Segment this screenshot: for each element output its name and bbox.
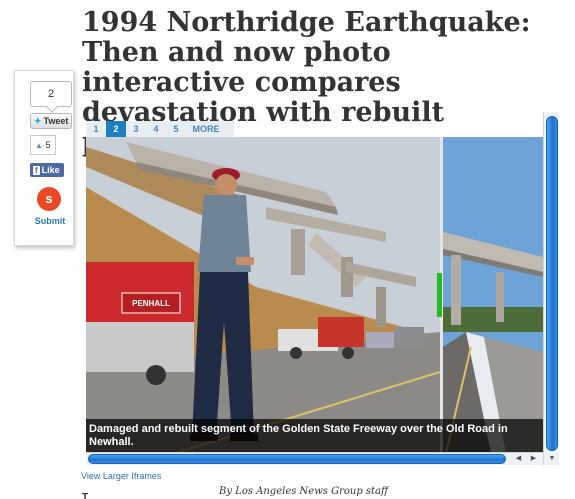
- before-after-viewer[interactable]: PENHALL Damaged and rebuilt segment of t…: [86, 137, 543, 453]
- tab-5[interactable]: 5: [166, 121, 186, 137]
- photo-tabs: 1 2 3 4 5 MORE: [86, 121, 234, 137]
- facebook-like-button[interactable]: f Like: [30, 163, 64, 177]
- truncated-text: T: [82, 492, 89, 499]
- scroll-left-arrow-icon[interactable]: ◀: [512, 453, 525, 465]
- tweet-label: Tweet: [43, 116, 69, 126]
- truck-lettering: PENHALL: [132, 299, 170, 308]
- vertical-scrollbar[interactable]: ▼: [543, 112, 559, 465]
- stumbleupon-icon[interactable]: s: [37, 187, 61, 211]
- horizontal-scroll-thumb[interactable]: [88, 454, 506, 464]
- scroll-down-arrow-icon[interactable]: ▼: [544, 453, 560, 465]
- twitter-bird-icon: ✦: [34, 116, 42, 126]
- scroll-right-arrow-icon[interactable]: ▶: [527, 453, 540, 465]
- tweet-count: 2: [30, 81, 72, 107]
- share-sidebar: 2 ✦ Tweet ▲ 5 f Like s Submit: [14, 70, 74, 246]
- comparison-photo: PENHALL: [86, 137, 543, 453]
- facebook-icon: f: [33, 166, 40, 175]
- tweet-button[interactable]: ✦ Tweet: [30, 113, 72, 129]
- horizontal-scrollbar[interactable]: ◀ ▶: [86, 452, 543, 465]
- vertical-scroll-thumb[interactable]: [546, 116, 558, 451]
- tab-4[interactable]: 4: [146, 121, 166, 137]
- tab-3[interactable]: 3: [126, 121, 146, 137]
- tab-1[interactable]: 1: [86, 121, 106, 137]
- byline: By Los Angeles News Group staff: [219, 486, 389, 497]
- thumbs-up-icon: ▲: [35, 141, 43, 150]
- tab-more[interactable]: MORE: [186, 121, 226, 137]
- stumbleupon-submit-label[interactable]: Submit: [27, 216, 73, 226]
- like-count-value: 5: [45, 140, 51, 150]
- photo-caption: Damaged and rebuilt segment of the Golde…: [86, 419, 543, 453]
- like-label: Like: [41, 165, 60, 175]
- like-count: ▲ 5: [30, 135, 56, 155]
- view-larger-iframes-link[interactable]: View Larger Iframes: [81, 471, 161, 481]
- slider-handle[interactable]: [437, 273, 442, 317]
- tab-2[interactable]: 2: [106, 121, 126, 137]
